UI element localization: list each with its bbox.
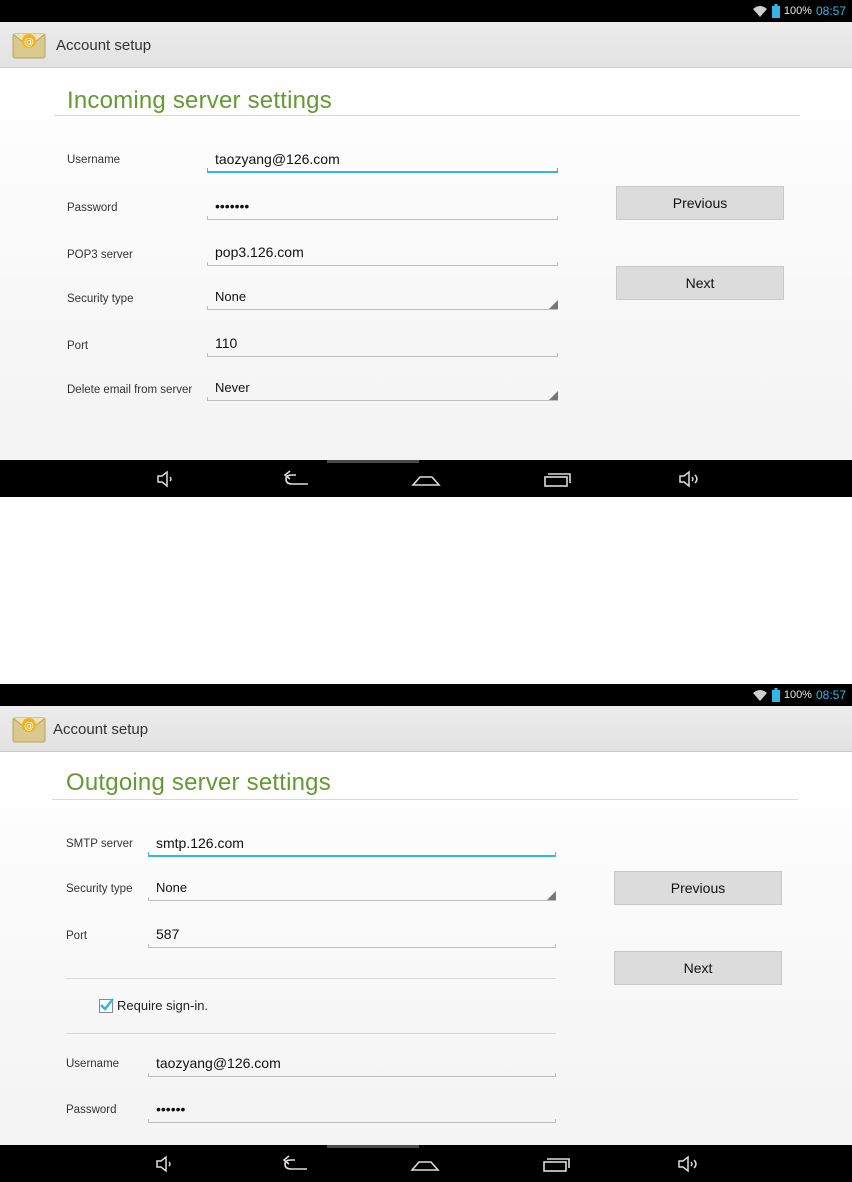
port-field[interactable]: 587	[148, 924, 556, 948]
outgoing-settings-screen: 100% 08:57 @ Account setup Outgoing serv…	[0, 684, 852, 1182]
back-icon[interactable]	[282, 469, 312, 489]
volume-up-icon[interactable]	[673, 1154, 703, 1174]
require-signin-checkbox[interactable]	[99, 997, 114, 1013]
navigation-bar	[0, 1145, 852, 1182]
incoming-settings-screen: 100% 08:57 @ Account setup Incoming serv…	[0, 0, 852, 497]
security-type-spinner[interactable]: None	[148, 877, 556, 901]
smtp-server-label: SMTP server	[66, 838, 133, 850]
dropdown-arrow-icon	[549, 391, 558, 400]
nav-handle	[327, 1145, 419, 1148]
password-underline	[148, 1119, 556, 1123]
security-type-underline	[148, 897, 556, 901]
port-label: Port	[67, 340, 89, 352]
volume-down-icon[interactable]	[152, 469, 182, 489]
password-value: ••••••	[156, 1101, 186, 1117]
status-icons: 100% 08:57	[752, 3, 846, 19]
title-divider	[52, 799, 798, 800]
username-label: Username	[67, 154, 121, 166]
page-title: Outgoing server settings	[66, 769, 331, 796]
password-field[interactable]: ••••••	[148, 1099, 556, 1123]
pop3-server-value: pop3.126.com	[215, 244, 304, 260]
action-bar-title: Account setup	[53, 721, 149, 738]
smtp-server-underline	[148, 852, 556, 857]
server-label: POP3 server	[67, 249, 133, 261]
battery-icon	[771, 4, 780, 18]
port-field[interactable]: 110	[207, 333, 558, 357]
username-label: Username	[66, 1058, 120, 1070]
password-field[interactable]: •••••••	[207, 196, 558, 220]
port-underline	[207, 353, 558, 357]
port-underline	[148, 944, 556, 948]
next-button[interactable]: Next	[616, 266, 784, 300]
email-app-icon[interactable]: @	[12, 30, 46, 60]
previous-button[interactable]: Previous	[614, 871, 782, 905]
previous-button[interactable]: Previous	[616, 186, 784, 220]
battery-percent: 100%	[783, 689, 812, 701]
battery-percent: 100%	[783, 5, 812, 17]
status-icons: 100% 08:57	[752, 687, 846, 703]
username-underline	[148, 1073, 556, 1077]
security-type-value: None	[215, 289, 247, 304]
status-bar: 100% 08:57	[0, 0, 852, 22]
security-type-spinner[interactable]: None	[207, 286, 558, 310]
port-value: 587	[156, 926, 180, 942]
security-type-label: Security type	[66, 883, 133, 895]
next-button[interactable]: Next	[614, 951, 782, 985]
dropdown-arrow-icon	[549, 300, 558, 309]
volume-down-icon[interactable]	[151, 1154, 181, 1174]
outgoing-content: Outgoing server settings SMTP server smt…	[0, 752, 852, 1145]
wifi-icon	[752, 689, 767, 701]
delete-email-underline	[207, 397, 558, 401]
port-label: Port	[66, 930, 88, 942]
back-icon[interactable]	[281, 1154, 311, 1174]
smtp-server-field[interactable]: smtp.126.com	[148, 833, 556, 857]
section-divider	[66, 978, 556, 979]
checkmark-icon	[100, 997, 114, 1011]
delete-email-value: Never	[215, 380, 250, 395]
password-label: Password	[67, 202, 118, 214]
home-icon[interactable]	[411, 469, 441, 489]
pop3-server-field[interactable]: pop3.126.com	[207, 242, 558, 266]
recent-apps-icon[interactable]	[542, 469, 572, 489]
username-field[interactable]: taozyang@126.com	[148, 1053, 556, 1077]
action-bar: @ Account setup	[0, 22, 852, 68]
username-underline	[207, 168, 558, 173]
password-underline	[207, 216, 558, 220]
username-value: taozyang@126.com	[215, 151, 340, 167]
require-signin-label: Require sign-in.	[117, 998, 209, 1013]
port-value: 110	[215, 335, 238, 351]
email-app-icon[interactable]: @	[12, 714, 46, 744]
volume-up-icon[interactable]	[674, 469, 704, 489]
require-signin-row[interactable]: Require sign-in.	[99, 997, 209, 1013]
wifi-icon	[752, 5, 767, 17]
action-bar-title: Account setup	[56, 37, 152, 54]
username-field[interactable]: taozyang@126.com	[207, 149, 558, 173]
nav-handle	[327, 460, 419, 463]
password-value: •••••••	[215, 198, 250, 214]
svg-text:@: @	[24, 37, 34, 48]
username-value: taozyang@126.com	[156, 1055, 281, 1071]
dropdown-arrow-icon	[547, 891, 556, 900]
clock: 08:57	[815, 688, 846, 702]
battery-icon	[771, 688, 780, 702]
svg-text:@: @	[24, 721, 34, 732]
delete-email-spinner[interactable]: Never	[207, 377, 558, 401]
title-divider	[54, 115, 800, 116]
password-label: Password	[66, 1104, 117, 1116]
page-title: Incoming server settings	[67, 87, 332, 114]
home-icon[interactable]	[410, 1154, 440, 1174]
status-bar: 100% 08:57	[0, 684, 852, 706]
smtp-server-value: smtp.126.com	[156, 835, 244, 851]
pop3-server-underline	[207, 262, 558, 266]
action-bar: @ Account setup	[0, 706, 852, 752]
security-type-value: None	[156, 880, 188, 895]
section-divider	[66, 1033, 556, 1034]
security-type-underline	[207, 306, 558, 310]
recent-apps-icon[interactable]	[541, 1154, 571, 1174]
delete-email-label: Delete email from server	[67, 384, 193, 396]
navigation-bar	[0, 460, 852, 497]
security-type-label: Security type	[67, 293, 134, 305]
incoming-content: Incoming server settings Username taozya…	[0, 68, 852, 460]
clock: 08:57	[815, 4, 846, 18]
